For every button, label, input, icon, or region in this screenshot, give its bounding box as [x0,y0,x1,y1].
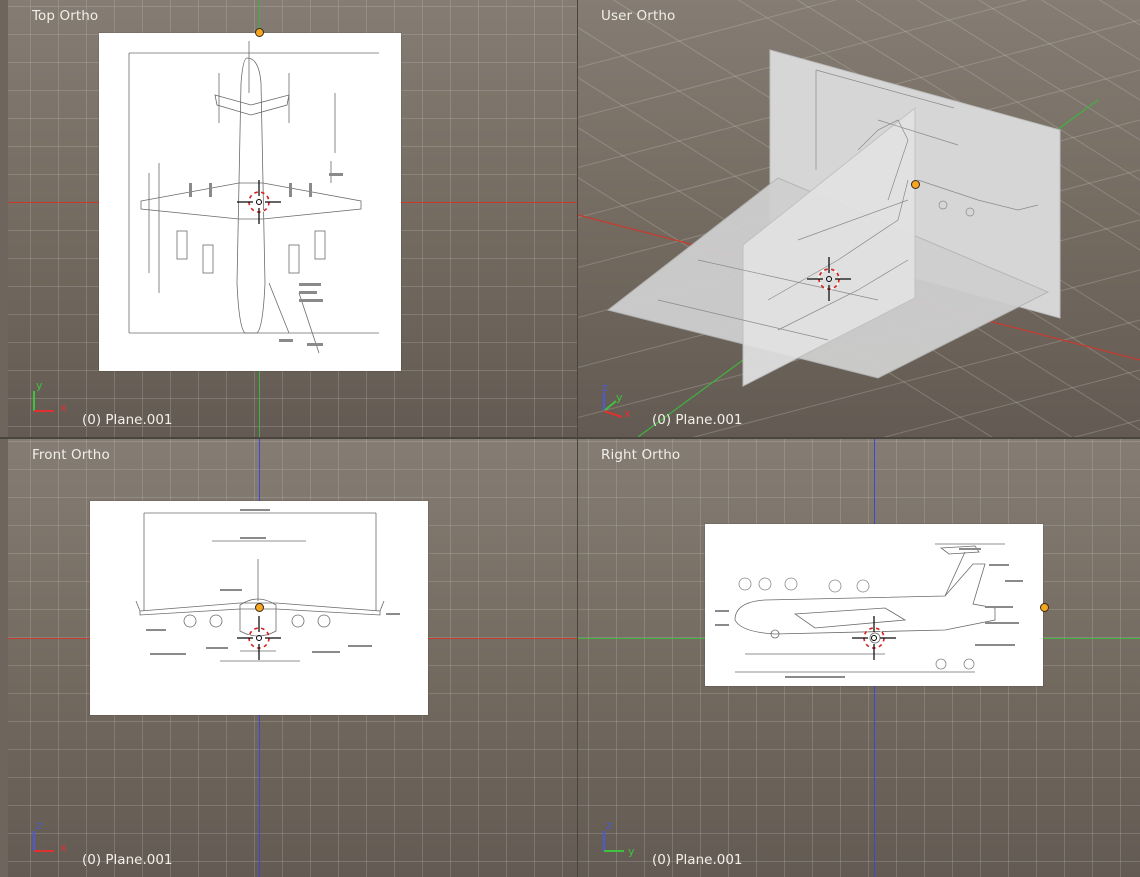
viewport-right-ortho[interactable]: Right Ortho z y (0) Plane.001 [578,439,1140,877]
gizmo-y-label: y [628,845,635,858]
viewport-divider-vertical[interactable] [577,0,578,877]
viewport-divider-horizontal[interactable] [0,437,1140,439]
gizmo-x-label: x [60,841,67,854]
viewport-top-ortho[interactable]: Top Ortho y x (0) Plane.001 [8,0,577,437]
active-object-label: (0) Plane.001 [652,412,743,428]
aircraft-side-drawing [715,543,1023,678]
axis-gizmo-icon: z x [30,819,70,855]
active-object-label: (0) Plane.001 [652,852,743,868]
origin-dot-icon[interactable] [1040,603,1049,612]
active-object-label: (0) Plane.001 [82,852,173,868]
gizmo-z-label: z [36,819,42,832]
viewport-title: Right Ortho [601,447,681,463]
3d-cursor-icon[interactable] [852,616,896,660]
3d-cursor-icon[interactable] [237,180,281,224]
axis-gizmo-icon: z y x [600,381,640,420]
origin-dot-icon[interactable] [255,28,264,37]
3d-cursor-icon[interactable] [237,616,281,660]
axis-gizmo-icon: y x [30,379,70,415]
gizmo-y-label: y [36,379,43,392]
origin-dot-icon[interactable] [255,603,264,612]
blueprint-side-view[interactable] [705,524,1043,686]
origin-dot-icon[interactable] [911,180,920,189]
blueprint-planes [606,49,1061,387]
active-object-label: (0) Plane.001 [82,412,173,428]
viewport-title: Front Ortho [32,447,110,463]
axis-gizmo-icon: z y [600,819,640,858]
viewport-title: Top Ortho [32,8,99,24]
perspective-grid [578,0,1140,437]
viewport-title: User Ortho [601,8,676,24]
gizmo-y-label: y [616,391,623,404]
gizmo-x-label: x [60,401,67,414]
gizmo-z-label: z [602,381,608,394]
3d-cursor-icon[interactable] [807,257,851,301]
viewport-user-ortho[interactable]: User Ortho z y x (0) Plane.001 [578,0,1140,437]
gizmo-x-label: x [624,407,631,420]
viewport-front-ortho[interactable]: Front Ortho z x (0) Plane.001 [8,439,577,877]
gizmo-z-label: z [606,819,612,832]
